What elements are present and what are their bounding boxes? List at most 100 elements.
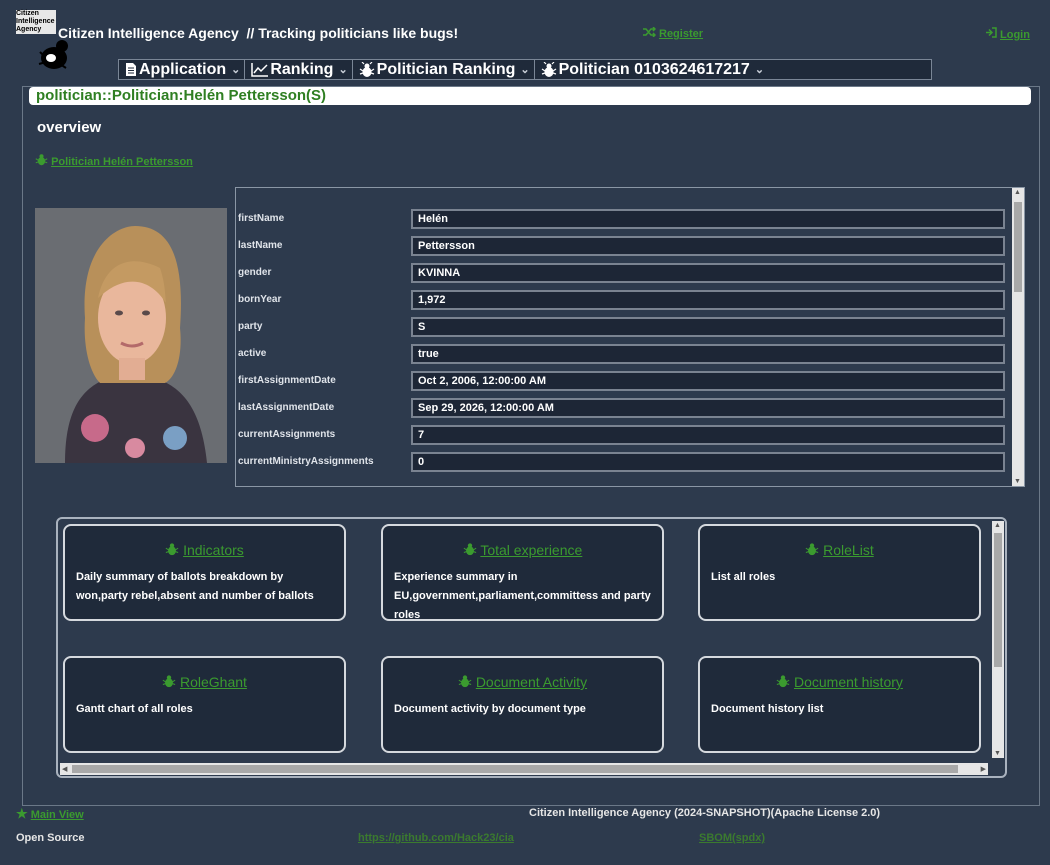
menu-politician-ranking-label: Politician Ranking: [376, 60, 516, 78]
bug-icon: [458, 675, 472, 688]
main-panel: politician::Politician:Helén Pettersson(…: [22, 86, 1040, 806]
card-rolelist[interactable]: RoleList List all roles: [698, 524, 981, 621]
politician-link[interactable]: Politician Helén Pettersson: [35, 153, 193, 168]
menu-politician-ranking[interactable]: Politician Ranking ⌄: [353, 60, 535, 79]
field-row-party: party S: [236, 317, 1011, 337]
bug-icon: [463, 543, 477, 556]
scroll-left-arrow-icon[interactable]: ◀: [62, 765, 67, 773]
bug-icon: [35, 154, 48, 166]
chevron-down-icon: ⌄: [338, 64, 348, 76]
register-link[interactable]: Register: [643, 27, 703, 40]
menu-ranking[interactable]: Ranking ⌄: [245, 60, 353, 79]
shuffle-icon: [643, 27, 656, 37]
card-link[interactable]: RoleList: [823, 542, 874, 558]
footer-version: Citizen Intelligence Agency (2024-SNAPSH…: [529, 807, 881, 819]
card-indicators[interactable]: Indicators Daily summary of ballots brea…: [63, 524, 346, 621]
field-value[interactable]: Oct 2, 2006, 12:00:00 AM: [411, 371, 1005, 391]
field-value[interactable]: KVINNA: [411, 263, 1005, 283]
card-title[interactable]: Document Activity: [383, 674, 662, 690]
card-link[interactable]: RoleGhant: [180, 674, 247, 690]
main-menu: Application ⌄ Ranking ⌄ Politician Ranki…: [118, 59, 932, 80]
scroll-up-arrow-icon[interactable]: ▲: [994, 522, 1001, 529]
card-link[interactable]: Document Activity: [476, 674, 587, 690]
bug-icon: [162, 675, 176, 688]
bug-icon: [541, 61, 556, 77]
card-link[interactable]: Document history: [794, 674, 903, 690]
card-title[interactable]: Indicators: [65, 542, 344, 558]
page-title: politician::Politician:Helén Pettersson(…: [36, 87, 327, 104]
scrollbar-thumb[interactable]: [72, 765, 958, 773]
form-scrollbar[interactable]: ▲ ▼: [1012, 188, 1024, 486]
field-value[interactable]: true: [411, 344, 1005, 364]
politician-link-label[interactable]: Politician Helén Pettersson: [51, 156, 193, 168]
card-total-experience[interactable]: Total experience Experience summary in E…: [381, 524, 664, 621]
login-link[interactable]: Login: [985, 27, 1030, 41]
card-document-history[interactable]: Document history Document history list: [698, 656, 981, 753]
sbom-link[interactable]: SBOM(spdx): [699, 832, 765, 844]
card-description: Document history list: [711, 703, 824, 715]
card-title[interactable]: RoleList: [700, 542, 979, 558]
document-icon: [126, 63, 136, 76]
bug-icon: [776, 675, 790, 688]
field-row-firstname: firstName Helén: [236, 209, 1011, 229]
field-value[interactable]: 1,972: [411, 290, 1005, 310]
field-value[interactable]: 7: [411, 425, 1005, 445]
field-row-gender: gender KVINNA: [236, 263, 1011, 283]
card-document-activity[interactable]: Document Activity Document activity by d…: [381, 656, 664, 753]
report-cards-panel: Indicators Daily summary of ballots brea…: [56, 517, 1007, 778]
field-row-last-assignment: lastAssignmentDate Sep 29, 2026, 12:00:0…: [236, 398, 1011, 418]
cards-vertical-scrollbar[interactable]: ▲ ▼: [992, 521, 1004, 758]
card-link[interactable]: Indicators: [183, 542, 244, 558]
field-value[interactable]: Helén: [411, 209, 1005, 229]
main-view-link[interactable]: ★ Main View: [16, 806, 84, 822]
card-roleghant[interactable]: RoleGhant Gantt chart of all roles: [63, 656, 346, 753]
login-label: Login: [1000, 29, 1030, 41]
field-value[interactable]: S: [411, 317, 1005, 337]
field-label: currentMinistryAssignments: [238, 456, 374, 467]
main-view-label[interactable]: Main View: [31, 809, 84, 821]
cards-horizontal-scrollbar[interactable]: ◀ ▶: [60, 763, 988, 775]
field-value[interactable]: Sep 29, 2026, 12:00:00 AM: [411, 398, 1005, 418]
field-row-lastname: lastName Pettersson: [236, 236, 1011, 256]
app-title: Citizen Intelligence Agency // Tracking …: [58, 25, 459, 41]
menu-politician[interactable]: Politician 0103624617217 ⌄: [535, 60, 768, 79]
scroll-down-arrow-icon[interactable]: ▼: [994, 750, 1001, 757]
card-description: Gantt chart of all roles: [76, 703, 193, 715]
card-link[interactable]: Total experience: [480, 542, 582, 558]
politician-photo: [35, 208, 227, 463]
field-row-current-assignments: currentAssignments 7: [236, 425, 1011, 445]
bug-icon: [805, 543, 819, 556]
section-heading: overview: [37, 119, 102, 136]
scroll-down-arrow-icon[interactable]: ▼: [1014, 478, 1021, 485]
footer-open-source: Open Source: [16, 832, 85, 844]
scroll-right-arrow-icon[interactable]: ▶: [981, 765, 986, 773]
github-link[interactable]: https://github.com/Hack23/cia: [358, 832, 514, 844]
card-title[interactable]: Total experience: [383, 542, 662, 558]
field-label: active: [238, 348, 267, 359]
bug-logo-icon: [38, 40, 68, 69]
chart-line-icon: [251, 62, 269, 77]
menu-ranking-label: Ranking: [270, 60, 334, 78]
bug-icon: [359, 61, 375, 77]
card-description: List all roles: [711, 571, 776, 583]
card-title[interactable]: RoleGhant: [65, 674, 344, 690]
field-label: party: [238, 321, 263, 332]
scroll-up-arrow-icon[interactable]: ▲: [1014, 189, 1021, 196]
field-label: lastAssignmentDate: [238, 402, 335, 413]
bug-icon: [165, 543, 179, 556]
scrollbar-thumb[interactable]: [994, 533, 1002, 667]
field-label: firstAssignmentDate: [238, 375, 336, 386]
chevron-down-icon: ⌄: [231, 64, 241, 76]
card-title[interactable]: Document history: [700, 674, 979, 690]
register-label: Register: [659, 28, 704, 40]
field-label: currentAssignments: [238, 429, 336, 440]
field-value[interactable]: Pettersson: [411, 236, 1005, 256]
star-icon: ★: [16, 806, 28, 821]
menu-application[interactable]: Application ⌄: [119, 60, 246, 79]
field-row-bornyear: bornYear 1,972: [236, 290, 1011, 310]
field-value[interactable]: 0: [411, 452, 1005, 472]
field-row-active: active true: [236, 344, 1011, 364]
card-description: Experience summary in EU,government,parl…: [394, 571, 651, 621]
portrait-image: [35, 208, 227, 463]
scrollbar-thumb[interactable]: [1014, 202, 1022, 292]
